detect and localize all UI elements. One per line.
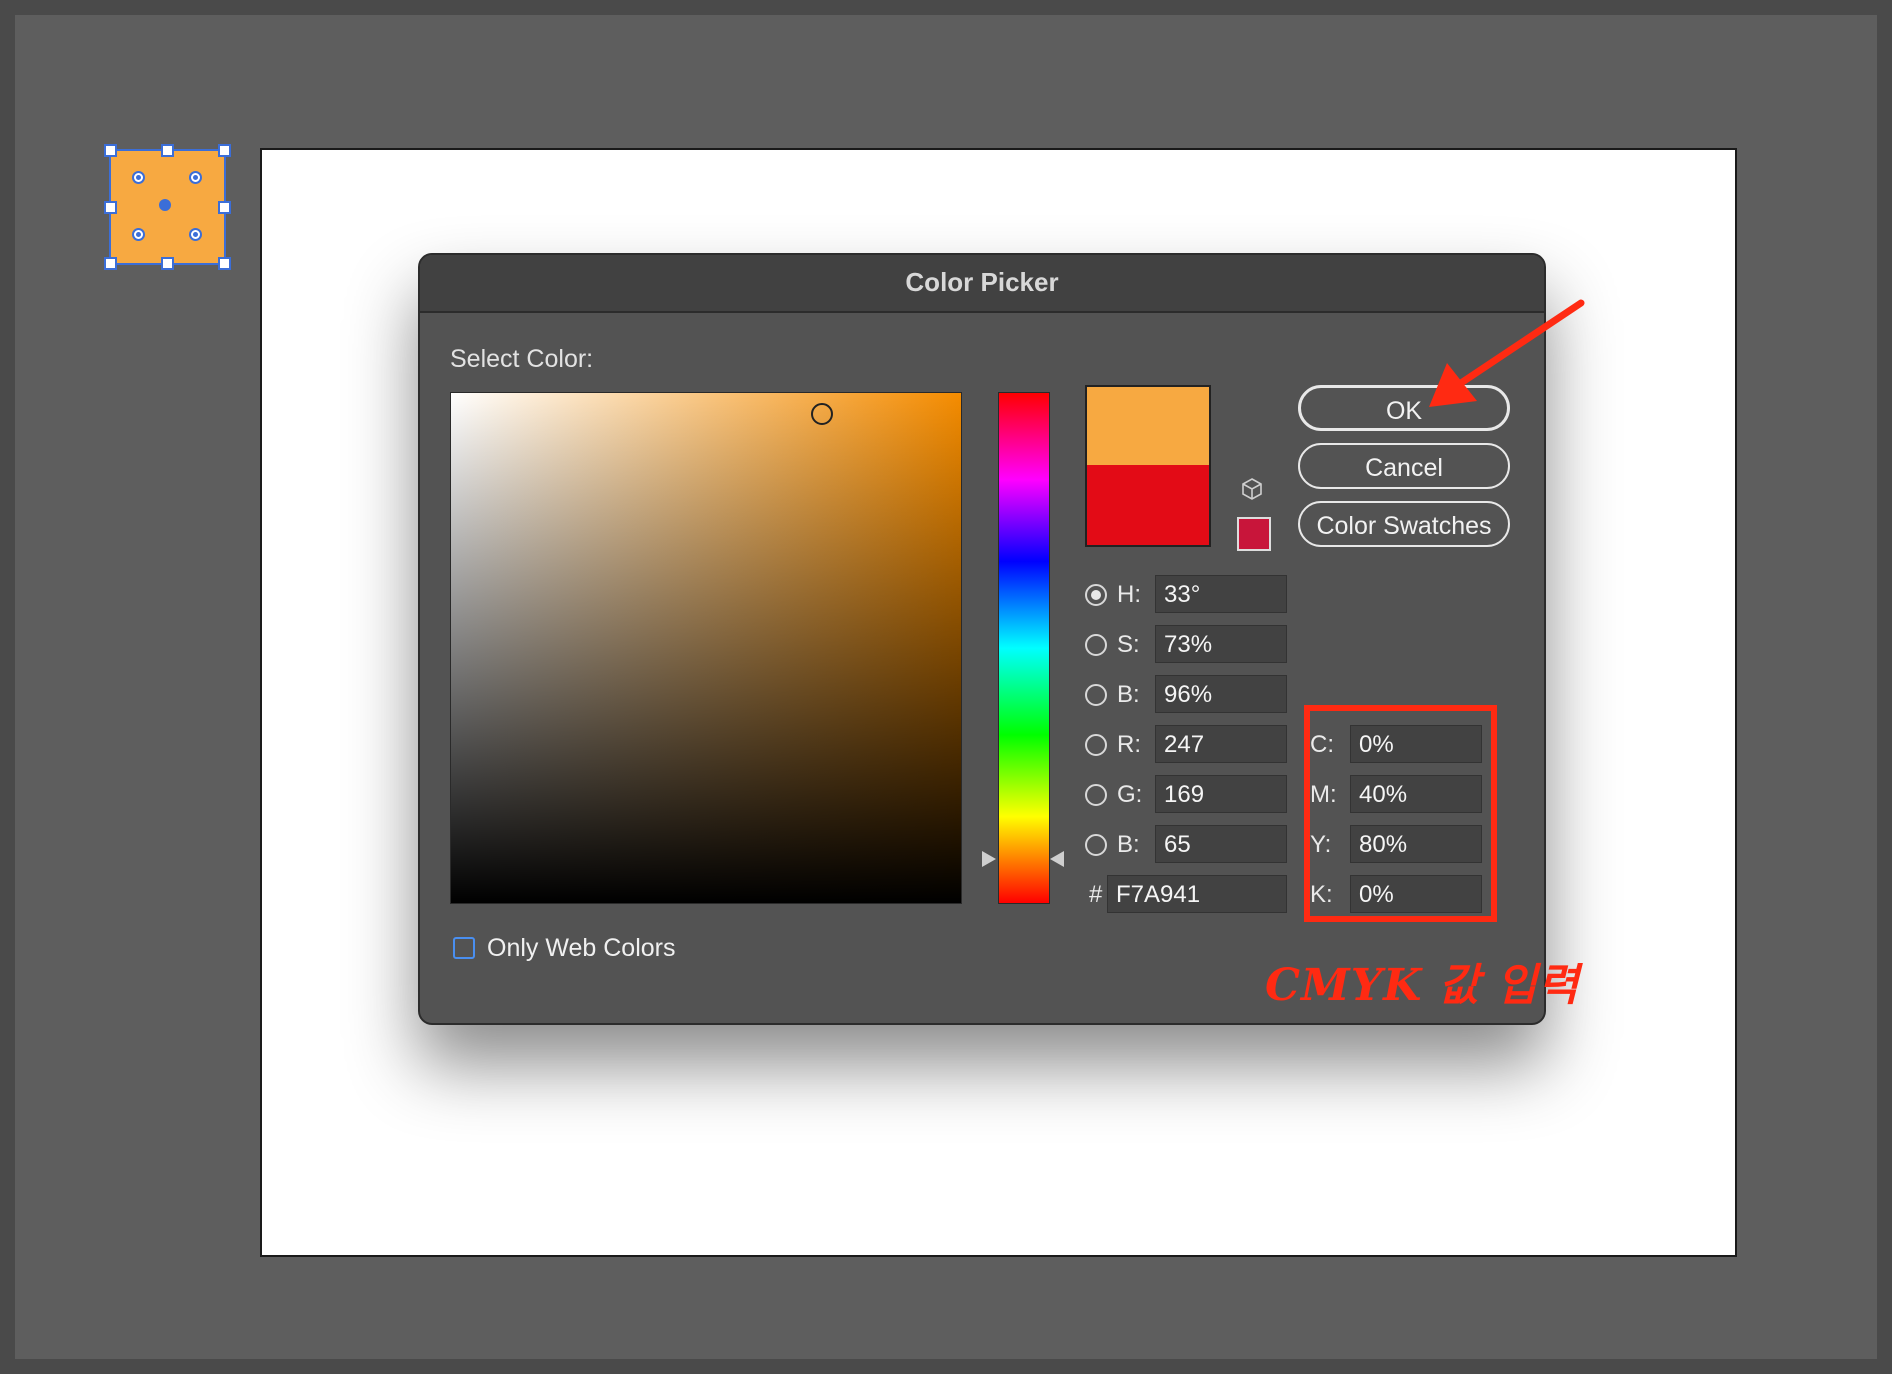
select-color-label: Select Color: xyxy=(450,345,594,373)
hue-slider[interactable] xyxy=(998,392,1050,904)
resize-handle-top-right[interactable] xyxy=(218,144,231,157)
saturation-label: S: xyxy=(1117,631,1140,658)
resize-handle-top-left[interactable] xyxy=(104,144,117,157)
resize-handle-right[interactable] xyxy=(218,201,231,214)
saturation-input[interactable]: 73% xyxy=(1155,625,1287,663)
new-color-swatch xyxy=(1087,387,1209,465)
hue-radio[interactable] xyxy=(1085,584,1107,606)
hue-label: H: xyxy=(1117,581,1141,608)
arrow-icon xyxy=(1429,299,1585,407)
brightness-row: B: 96% xyxy=(1085,675,1287,715)
corner-widget-icon[interactable] xyxy=(132,228,145,241)
corner-widget-icon[interactable] xyxy=(189,228,202,241)
hue-input[interactable]: 33° xyxy=(1155,575,1287,613)
red-input[interactable]: 247 xyxy=(1155,725,1287,763)
workspace: Color Picker Select Color: OK Cancel Col… xyxy=(15,15,1877,1359)
brightness-radio[interactable] xyxy=(1085,684,1107,706)
brightness-label: B: xyxy=(1117,681,1140,708)
resize-handle-top[interactable] xyxy=(161,144,174,157)
cube-icon[interactable] xyxy=(1240,477,1264,501)
red-label: R: xyxy=(1117,731,1141,758)
red-radio[interactable] xyxy=(1085,734,1107,756)
hex-row: # F7A941 xyxy=(1085,875,1287,915)
only-web-colors-label[interactable]: Only Web Colors xyxy=(487,934,676,963)
cancel-button[interactable]: Cancel xyxy=(1298,443,1510,489)
hue-slider-right-arrow-icon[interactable] xyxy=(1050,851,1064,867)
current-color-swatch[interactable] xyxy=(1087,465,1209,545)
corner-widget-icon[interactable] xyxy=(189,171,202,184)
center-point-icon xyxy=(159,199,171,211)
dialog-titlebar[interactable]: Color Picker xyxy=(420,255,1544,313)
red-row: R: 247 xyxy=(1085,725,1287,765)
resize-handle-bottom-right[interactable] xyxy=(218,257,231,270)
green-radio[interactable] xyxy=(1085,784,1107,806)
green-input[interactable]: 169 xyxy=(1155,775,1287,813)
resize-handle-bottom[interactable] xyxy=(161,257,174,270)
annotation-text: CMYK 값 입력 xyxy=(1265,960,1580,1011)
hex-input[interactable]: F7A941 xyxy=(1107,875,1287,913)
color-field-cursor[interactable] xyxy=(811,403,833,425)
brightness-input[interactable]: 96% xyxy=(1155,675,1287,713)
blue-label: B: xyxy=(1117,831,1140,858)
resize-handle-left[interactable] xyxy=(104,201,117,214)
hue-row: H: 33° xyxy=(1085,575,1287,615)
corner-widget-icon[interactable] xyxy=(132,171,145,184)
only-web-colors-checkbox[interactable] xyxy=(453,937,475,959)
resize-handle-bottom-left[interactable] xyxy=(104,257,117,270)
color-swatches-button[interactable]: Color Swatches xyxy=(1298,501,1510,547)
blue-row: B: 65 xyxy=(1085,825,1287,865)
web-safe-color-swatch[interactable] xyxy=(1237,517,1271,551)
green-row: G: 169 xyxy=(1085,775,1287,815)
green-label: G: xyxy=(1117,781,1143,808)
hue-slider-left-arrow-icon[interactable] xyxy=(982,851,996,867)
saturation-radio[interactable] xyxy=(1085,634,1107,656)
blue-radio[interactable] xyxy=(1085,834,1107,856)
dialog-title: Color Picker xyxy=(905,267,1059,297)
hex-label: # xyxy=(1089,881,1103,908)
saturation-row: S: 73% xyxy=(1085,625,1287,665)
color-preview xyxy=(1085,385,1211,547)
blue-input[interactable]: 65 xyxy=(1155,825,1287,863)
color-field[interactable] xyxy=(450,392,962,904)
cmyk-highlight-box xyxy=(1304,705,1497,922)
